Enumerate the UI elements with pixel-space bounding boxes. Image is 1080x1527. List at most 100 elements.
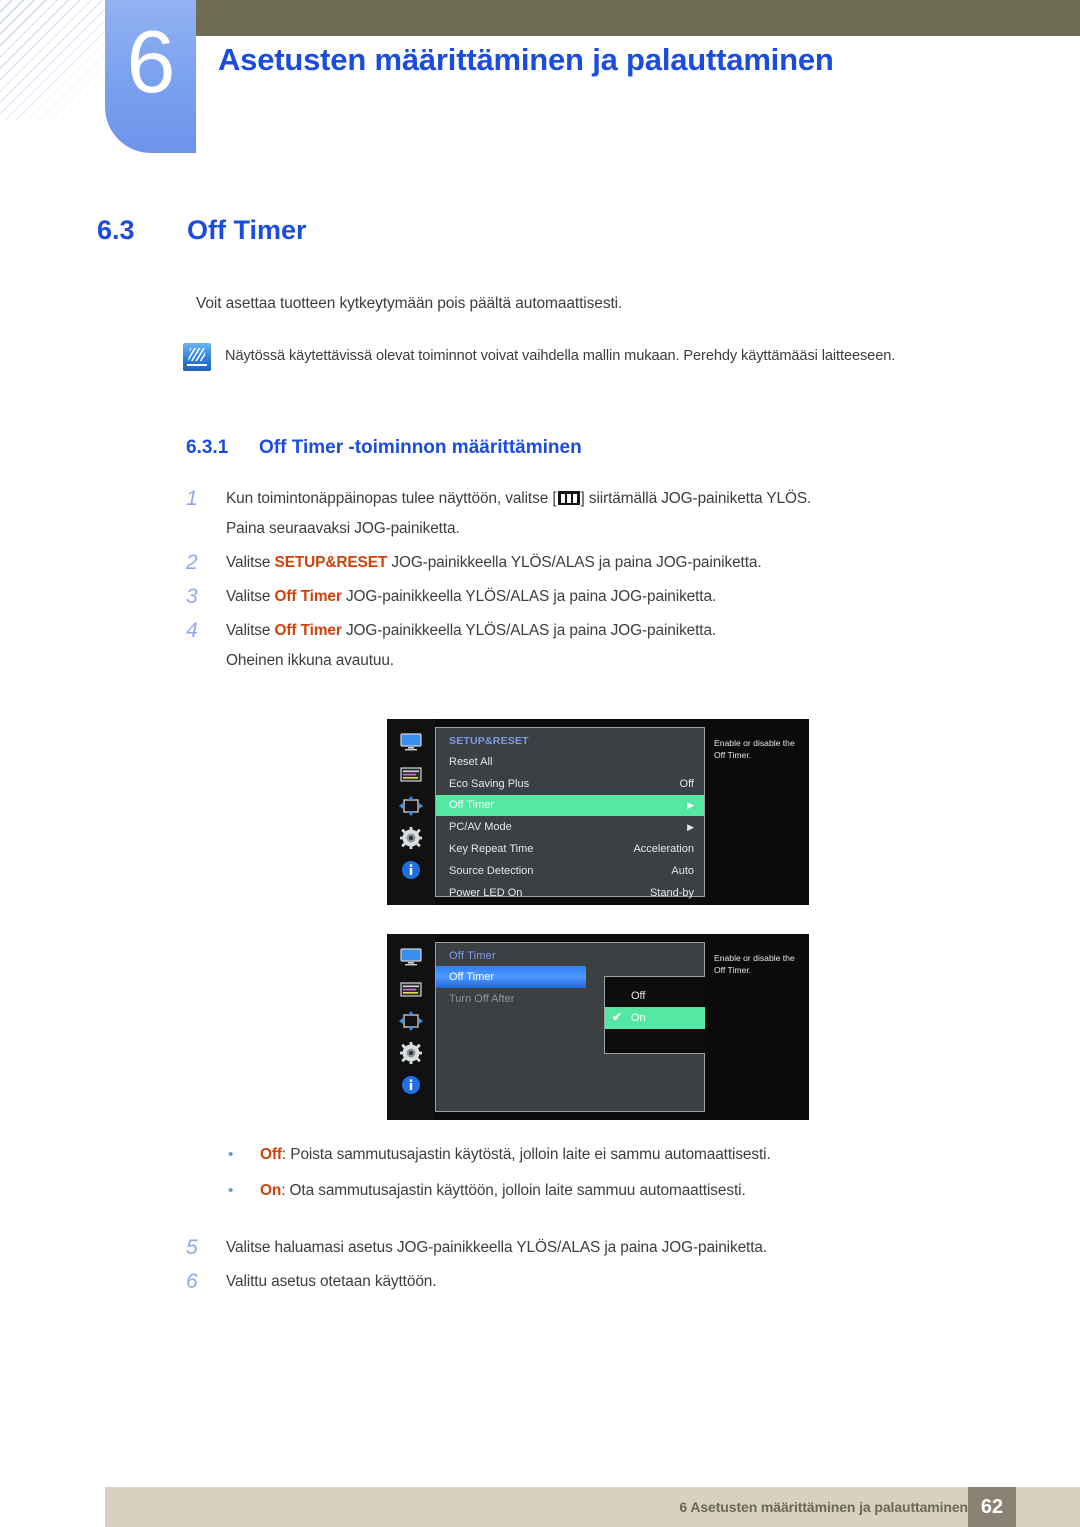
info-icon — [398, 1074, 424, 1096]
header-olive-bar — [196, 0, 1080, 36]
bullet-text: On: Ota sammutusajastin käyttöön, jolloi… — [260, 1176, 746, 1206]
list-item: 3 Valitse Off Timer JOG-painikkeella YLÖ… — [186, 582, 986, 612]
move-arrows-icon — [398, 1010, 424, 1032]
step-keyword: SETUP&RESET — [274, 554, 388, 571]
osd-icon-rail — [387, 719, 435, 905]
step-text: Valitse haluamasi asetus JOG-painikkeell… — [226, 1239, 768, 1256]
osd-menu-panel: Off Timer Off Timer Turn Off After Off ✔… — [435, 942, 754, 1112]
info-icon — [398, 859, 424, 881]
osd-menu-item-power-led-on[interactable]: Power LED On Stand-by — [436, 882, 704, 904]
osd-item-label: Off Timer — [449, 970, 495, 983]
subsection-title: Off Timer -toiminnon määrittäminen — [259, 437, 582, 458]
osd-menu-item-key-repeat-time[interactable]: Key Repeat Time Acceleration — [436, 838, 704, 860]
osd-help-text: Enable or disable the Off Timer. — [705, 719, 809, 905]
move-arrows-icon — [398, 795, 424, 817]
subsection-number: 6.3.1 — [186, 437, 229, 458]
page-number-badge: 62 — [968, 1487, 1016, 1527]
step-text-pre: Valitse — [226, 622, 275, 639]
monitor-icon — [398, 731, 424, 753]
chevron-right-icon: ▶ — [687, 799, 694, 810]
osd-icon-rail — [387, 934, 435, 1120]
note-block: Näytössä käytettävissä olevat toiminnot … — [183, 342, 953, 371]
osd-item-label: Off Timer — [449, 799, 495, 812]
list-item: 1 Kun toimintonäppäinopas tulee näyttöön… — [186, 484, 986, 544]
osd-help-text: Enable or disable the Off Timer. — [705, 934, 809, 1120]
step-text: Valitse Off Timer JOG-painikkeella YLÖS/… — [226, 582, 716, 612]
note-text: Näytössä käytettävissä olevat toiminnot … — [225, 348, 896, 364]
osd-menu-item-reset-all[interactable]: Reset All — [436, 751, 704, 773]
step-subtext: Oheinen ikkuna avautuu. — [226, 652, 394, 669]
chapter-number-badge: 6 — [105, 0, 196, 153]
step-number: 2 — [186, 551, 198, 574]
picture-sliders-icon — [398, 763, 424, 785]
section-heading: 6.3 Off Timer — [97, 215, 307, 246]
step-text: Valitse SETUP&RESET JOG-painikkeella YLÖ… — [226, 548, 762, 578]
osd-menu-title: Off Timer — [449, 950, 496, 962]
bullet-description: : Ota sammutusajastin käyttöön, jolloin … — [281, 1182, 746, 1199]
osd-screenshot-setup-reset: SETUP&RESET Reset All Eco Saving Plus Of… — [387, 719, 809, 905]
chevron-right-icon: ▶ — [687, 821, 694, 832]
osd-item-value: Off — [679, 777, 694, 790]
list-item: • On: Ota sammutusajastin käyttöön, joll… — [224, 1176, 984, 1206]
osd-item-label: Key Repeat Time — [449, 843, 534, 856]
bullet-marker: • — [228, 1182, 234, 1199]
step-text: Valitse Off Timer JOG-painikkeella YLÖS/… — [226, 616, 716, 676]
step-number: 1 — [186, 487, 198, 510]
osd-menu-item-pc-av-mode[interactable]: PC/AV Mode ▶ — [436, 816, 704, 838]
steps-list-bottom: 5 Valitse haluamasi asetus JOG-painikkee… — [186, 1233, 986, 1301]
section-number: 6.3 — [97, 215, 135, 245]
bullet-marker: • — [228, 1146, 234, 1163]
step-number: 4 — [186, 619, 198, 642]
jog-menu-icon — [557, 491, 580, 505]
steps-list-top: 1 Kun toimintonäppäinopas tulee näyttöön… — [186, 484, 986, 680]
check-icon: ✔ — [612, 1010, 623, 1024]
bullet-keyword: Off — [260, 1146, 282, 1163]
step-text-pre: Kun toimintonäppäinopas tulee näyttöön, … — [226, 490, 557, 507]
gear-icon — [398, 827, 424, 849]
osd-menu-item-source-detection[interactable]: Source Detection Auto — [436, 860, 704, 882]
step-text: Kun toimintonäppäinopas tulee näyttöön, … — [226, 484, 811, 544]
option-bullet-list: • Off: Poista sammutusajastin käytöstä, … — [224, 1140, 984, 1212]
step-text-post: ] siirtämällä JOG-painiketta YLÖS. — [580, 490, 812, 507]
osd-item-label: Source Detection — [449, 864, 534, 877]
note-pencil-icon — [183, 343, 211, 371]
osd-item-label: Power LED On — [449, 886, 523, 899]
step-text-post: JOG-painikkeella YLÖS/ALAS ja paina JOG-… — [341, 588, 717, 605]
bullet-text: Off: Poista sammutusajastin käytöstä, jo… — [260, 1140, 771, 1170]
osd-menu-item-eco-saving-plus[interactable]: Eco Saving Plus Off — [436, 773, 704, 795]
osd-menu-item-off-timer[interactable]: Off Timer — [436, 966, 586, 988]
section-intro-text: Voit asettaa tuotteen kytkeytymään pois … — [196, 295, 623, 312]
osd-menu-item-off-timer[interactable]: Off Timer ▶ — [436, 794, 704, 817]
osd-screenshot-off-timer: Off Timer Off Timer Turn Off After Off ✔… — [387, 934, 809, 1120]
osd-menu-panel: SETUP&RESET Reset All Eco Saving Plus Of… — [435, 727, 705, 899]
osd-item-value: Stand-by — [649, 886, 694, 899]
step-subtext: Paina seuraavaksi JOG-painiketta. — [226, 520, 460, 537]
osd-item-label: PC/AV Mode — [449, 821, 512, 834]
osd-option-label: Off — [631, 990, 646, 1002]
step-number: 3 — [186, 585, 198, 608]
step-text-pre: Valitse — [226, 588, 275, 605]
chapter-title: Asetusten määrittäminen ja palauttaminen — [218, 42, 834, 77]
bullet-description: : Poista sammutusajastin käytöstä, jollo… — [281, 1146, 771, 1163]
osd-item-value: Acceleration — [633, 843, 694, 856]
step-number: 6 — [186, 1270, 198, 1293]
picture-sliders-icon — [398, 978, 424, 1000]
monitor-icon — [398, 946, 424, 968]
footer-text: 6 Asetusten määrittäminen ja palauttamin… — [679, 1499, 968, 1515]
step-keyword: Off Timer — [274, 622, 342, 639]
step-keyword: Off Timer — [274, 588, 342, 605]
list-item: 6 Valittu asetus otetaan käyttöön. — [186, 1267, 986, 1297]
step-text-post: JOG-painikkeella YLÖS/ALAS ja paina JOG-… — [341, 622, 717, 639]
chapter-number: 6 — [126, 12, 176, 111]
list-item: 2 Valitse SETUP&RESET JOG-painikkeella Y… — [186, 548, 986, 578]
osd-item-label: Eco Saving Plus — [449, 777, 530, 790]
list-item: 4 Valitse Off Timer JOG-painikkeella YLÖ… — [186, 616, 986, 676]
manual-page: 6 Asetusten määrittäminen ja palauttamin… — [0, 0, 1080, 1527]
list-item: 5 Valitse haluamasi asetus JOG-painikkee… — [186, 1233, 986, 1263]
step-text-pre: Valitse — [226, 554, 275, 571]
step-text-post: JOG-painikkeella YLÖS/ALAS ja paina JOG-… — [387, 554, 762, 571]
bullet-keyword: On — [260, 1182, 282, 1199]
section-title: Off Timer — [187, 215, 307, 245]
gear-icon — [398, 1042, 424, 1064]
subsection-heading: 6.3.1 Off Timer -toiminnon määrittäminen — [186, 437, 582, 459]
